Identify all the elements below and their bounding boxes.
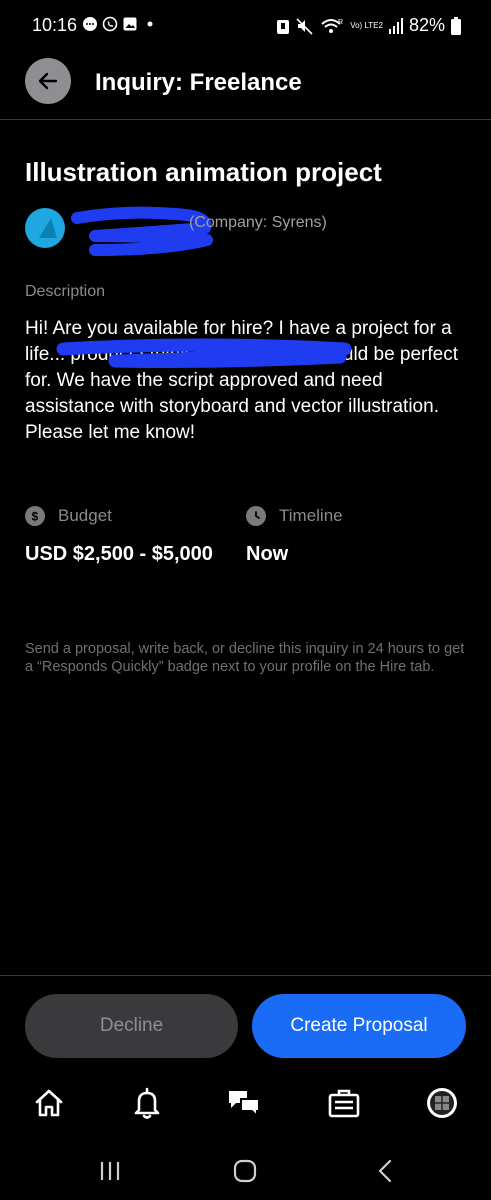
nav-messages[interactable] [226,1085,262,1121]
project-title: Illustration animation project [25,157,382,187]
home-icon [35,1089,63,1117]
description-label: Description [25,283,106,300]
timeline-value: Now [246,543,289,565]
screen: 10:16 R Vo) LTE2 82% Inquiry: Freelance … [0,0,491,1200]
wifi-icon: R [321,19,343,33]
page-title: Inquiry: Freelance [95,69,302,96]
nav-profile[interactable] [424,1085,460,1121]
network-type: Vo) LTE2 [350,20,383,30]
nav-notifications[interactable] [129,1085,165,1121]
budget-block: $ Budget USD $2,500 - $5,000 [25,506,213,566]
status-right: R Vo) LTE2 82% [276,15,461,36]
nav-jobs[interactable] [326,1085,362,1121]
notification-icons [82,16,158,32]
dot-icon [147,21,153,27]
bottom-nav [0,1075,491,1135]
budget-value: USD $2,500 - $5,000 [25,543,213,565]
client-row[interactable]: (Company: Syrens) [25,206,465,256]
chevron-left-icon [378,1159,392,1183]
back-button[interactable] [25,58,71,104]
mute-icon [296,17,313,35]
response-badge-note: Send a proposal, write back, or decline … [25,641,465,675]
battery-icon [451,16,461,35]
svg-text:$: $ [32,510,39,524]
company-name: (Company: Syrens) [189,214,327,231]
profile-icon [427,1088,457,1118]
avatar-logo-icon [39,218,57,238]
svg-text:R: R [338,19,343,26]
home-circle-icon [233,1159,257,1183]
status-bar: 10:16 R Vo) LTE2 82% [0,0,491,50]
chat-bubble-icon [83,17,97,31]
image-icon [123,17,137,31]
messages-icon [229,1091,260,1119]
whatsapp-icon [102,16,118,32]
battery-percent: 82% [408,15,445,35]
back-system-button[interactable] [370,1156,400,1186]
details-row: $ Budget USD $2,500 - $5,000 Timeline No… [25,506,466,576]
budget-label: Budget [58,506,112,525]
app-header: Inquiry: Freelance [0,50,491,120]
system-nav [0,1140,491,1200]
bell-icon [134,1087,160,1119]
timeline-block: Timeline Now [246,506,343,566]
recents-icon [100,1162,120,1180]
arrow-left-icon [38,72,58,90]
recents-button[interactable] [95,1156,125,1186]
clock-icon [246,506,266,526]
description-redaction-scribble [56,338,352,368]
nav-home[interactable] [31,1085,67,1121]
briefcase-icon [328,1089,360,1118]
avatar[interactable] [25,208,65,248]
alarm-icon [277,19,290,34]
dollar-icon: $ [25,506,45,526]
create-proposal-button[interactable]: Create Proposal [252,994,466,1058]
action-bar: Decline Create Proposal [0,975,491,1075]
decline-button[interactable]: Decline [25,994,238,1058]
status-time: 10:16 [32,15,78,35]
home-system-button[interactable] [230,1156,260,1186]
timeline-label: Timeline [279,506,343,525]
signal-icon [388,17,403,34]
